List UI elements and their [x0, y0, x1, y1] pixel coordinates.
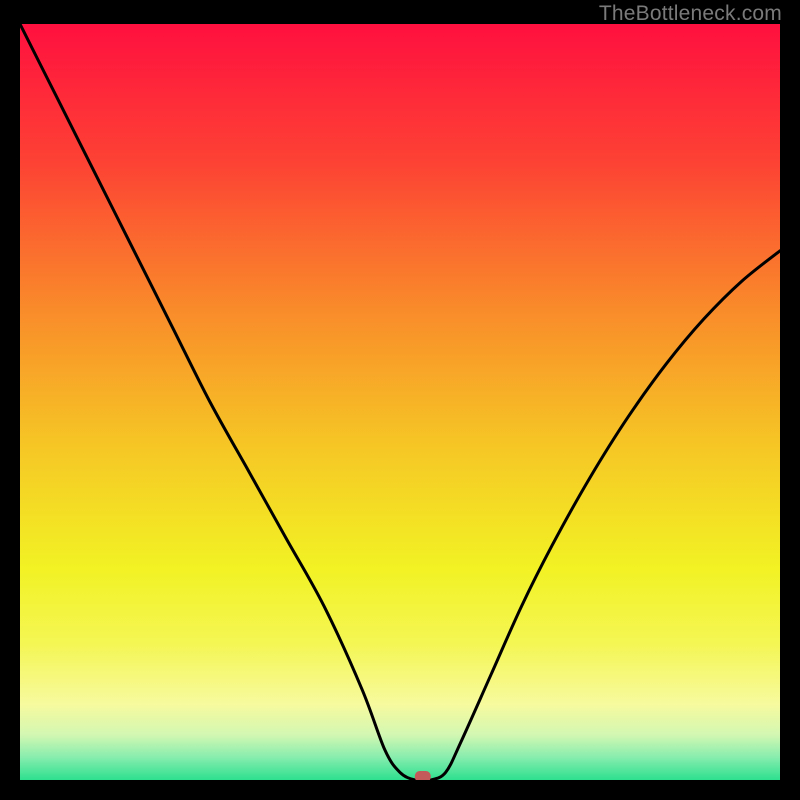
gradient-background: [20, 24, 780, 780]
watermark-text: TheBottleneck.com: [599, 2, 782, 26]
chart-frame: TheBottleneck.com: [0, 0, 800, 800]
plot-area: [20, 24, 780, 780]
optimal-marker: [415, 771, 431, 780]
chart-svg: [20, 24, 780, 780]
